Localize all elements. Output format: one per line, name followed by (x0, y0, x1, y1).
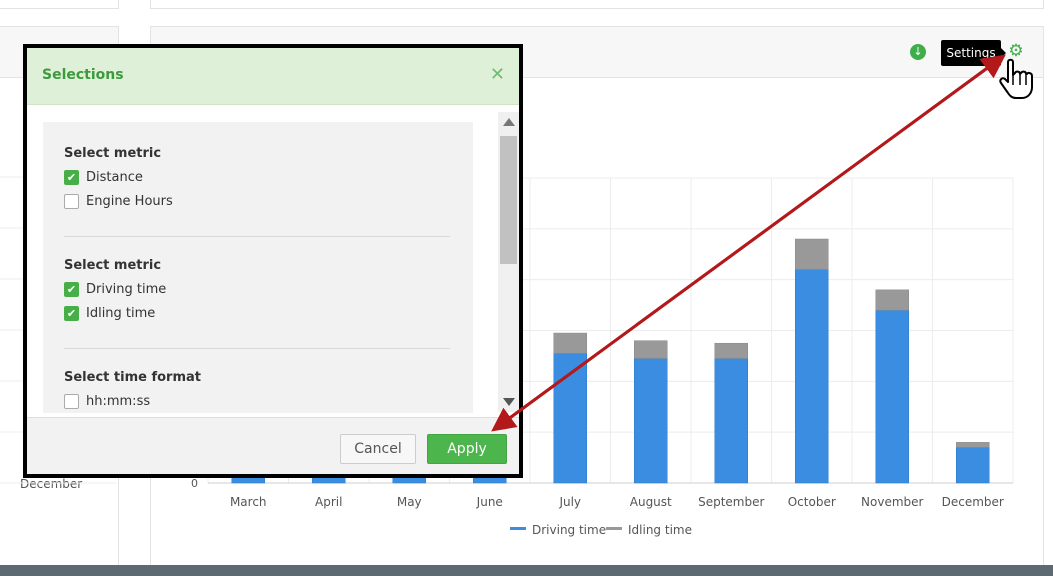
scroll-up-arrow-icon[interactable] (503, 118, 515, 126)
bar-idling-time (634, 340, 668, 359)
option-label: hh:mm:ss (86, 394, 151, 409)
checkbox-unchecked-icon[interactable] (64, 394, 79, 409)
checkbox-checked-icon[interactable]: ✔ (64, 282, 79, 297)
modal-title: Selections (42, 67, 124, 83)
x-tick-label: July (558, 495, 581, 509)
modal-header: Selections ✕ (27, 48, 519, 105)
bar-driving-time (956, 447, 990, 484)
bar-driving-time (795, 269, 829, 484)
cancel-button[interactable]: Cancel (340, 434, 416, 464)
x-tick-label: September (698, 495, 764, 509)
legend-swatch (606, 527, 622, 530)
bar-driving-time (875, 309, 909, 484)
apply-button[interactable]: Apply (427, 434, 507, 464)
checkbox-unchecked-icon[interactable] (64, 194, 79, 209)
options-box: Select metric ✔ Distance Engine Hours Se… (43, 122, 473, 413)
y-tick-label: 0 (191, 477, 198, 490)
selections-modal: Selections ✕ Select metric ✔ Distance En… (23, 44, 523, 478)
bar-driving-time (553, 353, 587, 484)
scroll-thumb[interactable] (500, 136, 517, 264)
x-tick-label: December (942, 495, 1004, 509)
bar-idling-time (553, 332, 587, 354)
section-title-time-format: Select time format (64, 370, 201, 385)
x-tick-label: November (861, 495, 923, 509)
modal-body: Select metric ✔ Distance Engine Hours Se… (27, 105, 519, 413)
option-label: Idling time (86, 306, 156, 321)
checkbox-checked-icon[interactable]: ✔ (64, 306, 79, 321)
bar-idling-time (956, 442, 990, 448)
modal-footer: Cancel Apply (27, 417, 519, 474)
option-label: Driving time (86, 282, 167, 297)
settings-tooltip: Settings (941, 40, 1006, 66)
scroll-down-arrow-icon[interactable] (503, 398, 515, 406)
x-tick-label: August (630, 495, 672, 509)
legend-label: Driving time (532, 523, 606, 537)
legend-label: Idling time (628, 523, 692, 537)
bar-idling-time (795, 238, 829, 270)
checkbox-checked-icon[interactable]: ✔ (64, 170, 79, 185)
section-title-metric: Select metric (64, 146, 162, 161)
x-tick-label: March (230, 495, 267, 509)
x-tick-label: April (315, 495, 342, 509)
section-divider (64, 348, 450, 349)
option-label: Distance (86, 170, 143, 185)
modal-scrollbar[interactable] (498, 112, 519, 412)
bar-idling-time (875, 289, 909, 311)
bar-idling-time (714, 342, 748, 359)
close-icon[interactable]: ✕ (490, 64, 505, 85)
hand-cursor-icon (999, 58, 1033, 99)
section-title-time-metric: Select metric (64, 258, 162, 273)
section-divider (64, 236, 450, 237)
x-tick-label: June (476, 495, 503, 509)
bar-driving-time (634, 358, 668, 484)
option-label: Engine Hours (86, 194, 173, 209)
footer-bar (0, 565, 1053, 576)
x-tick-label: October (788, 495, 836, 509)
x-tick-label: May (397, 495, 422, 509)
legend-swatch (510, 527, 526, 530)
bar-driving-time (714, 358, 748, 484)
